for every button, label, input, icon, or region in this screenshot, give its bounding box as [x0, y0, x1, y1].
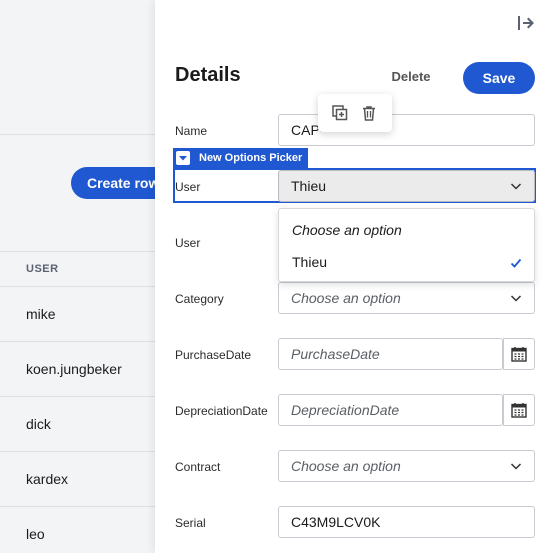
chevron-down-icon	[510, 183, 522, 190]
chevron-down-icon	[510, 295, 522, 302]
calendar-icon	[511, 347, 527, 362]
table-header-user: USER	[26, 263, 59, 275]
purchase-date-calendar-button[interactable]	[503, 338, 535, 370]
user-picker-value: Thieu	[291, 178, 327, 194]
contract-label: Contract	[175, 460, 221, 474]
collapse-icon[interactable]	[176, 151, 190, 165]
exit-icon[interactable]	[517, 14, 535, 32]
serial-field[interactable]: C43M9LCV0K	[278, 506, 535, 538]
purchase-date-field[interactable]: PurchaseDate	[278, 338, 503, 370]
save-button[interactable]: Save	[463, 62, 535, 94]
component-tag[interactable]: New Options Picker	[173, 148, 309, 168]
purchase-date-label: PurchaseDate	[175, 348, 252, 362]
depreciation-date-calendar-button[interactable]	[503, 394, 535, 426]
table-row[interactable]: leo	[26, 526, 45, 542]
dropdown-option[interactable]: Choose an option	[292, 222, 402, 238]
user-picker-label: User	[175, 180, 201, 194]
category-select[interactable]: Choose an option	[278, 282, 535, 314]
divider	[0, 506, 160, 507]
divider	[0, 286, 160, 287]
calendar-icon	[511, 403, 527, 418]
contract-placeholder: Choose an option	[291, 458, 401, 474]
serial-label: Serial	[175, 516, 206, 530]
divider	[0, 251, 160, 252]
check-icon	[510, 258, 522, 268]
dropdown-option-selected[interactable]: Thieu	[292, 254, 327, 270]
user-picker-select[interactable]: Thieu	[278, 170, 535, 202]
name-label: Name	[175, 124, 208, 138]
delete-button[interactable]: Delete	[383, 63, 439, 91]
user-dropdown-menu: Choose an option Thieu	[278, 208, 535, 282]
divider	[0, 451, 160, 452]
user2-label: User	[175, 236, 201, 250]
trash-icon[interactable]	[361, 105, 377, 121]
divider	[0, 341, 160, 342]
depreciation-date-label: DepreciationDate	[175, 404, 268, 418]
table-row[interactable]: dick	[26, 416, 51, 432]
table-row[interactable]: kardex	[26, 471, 68, 487]
category-label: Category	[175, 292, 224, 306]
divider	[0, 134, 160, 135]
divider	[0, 396, 160, 397]
copy-add-icon[interactable]	[332, 105, 348, 121]
name-field[interactable]: CAP-	[278, 114, 535, 146]
table-row[interactable]: koen.jungbeker	[26, 361, 122, 377]
component-toolbar	[318, 94, 392, 132]
table-row[interactable]: mike	[26, 306, 56, 322]
depreciation-date-field[interactable]: DepreciationDate	[278, 394, 503, 426]
contract-select[interactable]: Choose an option	[278, 450, 535, 482]
page-title: Details	[175, 64, 241, 86]
chevron-down-icon	[510, 463, 522, 470]
category-placeholder: Choose an option	[291, 290, 401, 306]
